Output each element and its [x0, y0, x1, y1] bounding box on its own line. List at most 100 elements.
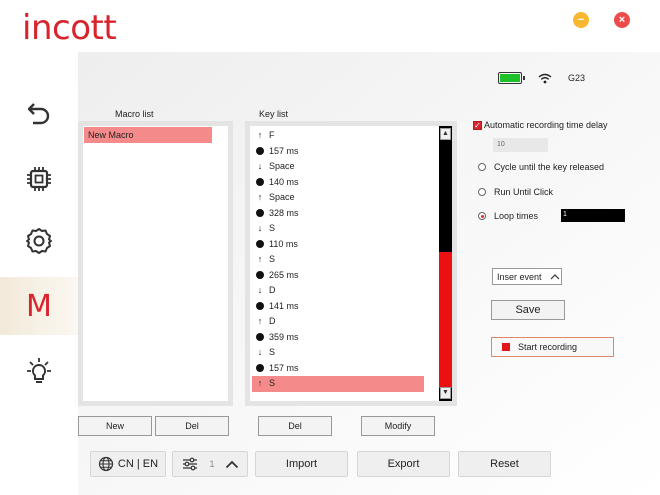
key-list-row[interactable]: 328 ms [252, 206, 424, 222]
key-row-text: Space [269, 161, 295, 171]
key-list-row[interactable]: ↑ S [252, 252, 424, 268]
key-list-row[interactable]: ↑ F [252, 128, 424, 144]
save-button[interactable]: Save [491, 300, 565, 320]
profile-number: 1 [209, 459, 215, 469]
key-down-arrow-icon: ↓ [257, 285, 263, 295]
cycle-radio[interactable] [478, 163, 486, 171]
globe-icon [98, 456, 114, 472]
key-row-text: S [269, 347, 276, 357]
key-row-text: Space [269, 192, 295, 202]
key-list-row[interactable]: ↑ D [252, 314, 424, 330]
minimize-button[interactable]: − [573, 12, 589, 28]
key-list-row[interactable]: ↓ S [252, 221, 424, 237]
key-list-row[interactable]: 157 ms [252, 144, 424, 160]
sidebar-item-performance[interactable] [0, 150, 78, 208]
start-recording-button[interactable]: Start recording [491, 337, 614, 357]
key-row-text: S [269, 254, 276, 264]
key-up-arrow-icon: ↑ [257, 192, 263, 202]
key-up-arrow-icon: ↑ [257, 378, 263, 388]
scroll-up-icon[interactable]: ▲ [440, 128, 451, 140]
key-list-scrollbar[interactable]: ▲ ▼ [439, 126, 452, 401]
device-status: G23 [498, 72, 585, 84]
key-row-text: 141 ms [269, 300, 299, 311]
loop-times-label: Loop times [494, 211, 539, 221]
auto-delay-label: Automatic recording time delay [484, 120, 608, 130]
key-list-row[interactable]: 140 ms [252, 175, 424, 191]
key-list-row[interactable]: 157 ms [252, 361, 424, 377]
key-row-text: 265 ms [269, 269, 299, 280]
macro-list-item[interactable]: New Macro [84, 127, 212, 143]
macro-editor-window: incott − × G23 M Macro list New Macro Ke… [0, 0, 660, 495]
delete-macro-button[interactable]: Del [155, 416, 229, 436]
cycle-label: Cycle until the key released [494, 162, 605, 172]
delay-input[interactable]: 10 [493, 138, 548, 152]
auto-delay-option[interactable]: ✓ Automatic recording time delay [473, 120, 608, 130]
delay-dot-icon [256, 178, 264, 187]
start-recording-label: Start recording [518, 342, 578, 352]
key-list-row[interactable]: ↑ S [252, 376, 424, 392]
modify-key-button[interactable]: Modify [361, 416, 435, 436]
key-list-row[interactable]: 265 ms [252, 268, 424, 284]
chip-icon [27, 167, 51, 191]
delay-dot-icon [256, 333, 264, 342]
sliders-icon [183, 457, 197, 471]
reset-button[interactable]: Reset [458, 451, 551, 477]
key-list-row[interactable]: 359 ms [252, 330, 424, 346]
key-row-text: 157 ms [269, 362, 299, 373]
minimize-icon: − [577, 14, 585, 26]
language-label: CN | EN [117, 458, 159, 470]
close-button[interactable]: × [614, 12, 630, 28]
delay-dot-icon [256, 209, 264, 218]
scroll-down-icon[interactable]: ▼ [440, 387, 451, 399]
export-button[interactable]: Export [357, 451, 450, 477]
profile-selector[interactable]: 1 [172, 451, 248, 477]
insert-event-dropdown[interactable]: Inser event [492, 268, 562, 285]
run-until-click-option[interactable]: Run Until Click [478, 187, 553, 197]
wifi-icon [538, 73, 552, 83]
key-list-row[interactable]: ↓ Space [252, 159, 424, 175]
delay-dot-icon [256, 302, 264, 311]
key-down-arrow-icon: ↓ [257, 223, 263, 233]
key-row-text: 328 ms [269, 207, 299, 218]
delay-dot-icon [256, 364, 264, 373]
chevron-up-icon [550, 273, 559, 279]
run-until-click-label: Run Until Click [494, 187, 554, 197]
new-macro-button[interactable]: New [78, 416, 152, 436]
back-arrow-icon [27, 103, 50, 125]
key-down-arrow-icon: ↓ [257, 347, 263, 357]
cycle-option[interactable]: Cycle until the key released [478, 162, 604, 172]
loop-times-option[interactable]: Loop times [478, 211, 538, 221]
run-until-click-radio[interactable] [478, 188, 486, 196]
close-icon: × [618, 14, 626, 26]
scroll-thumb[interactable] [439, 252, 452, 388]
key-list-inner: ▲ ▼ ↑ F 157 ms ↓ Space 140 ms ↑ Space 328 ms ↓ S 11… [250, 126, 452, 401]
key-row-text: S [269, 378, 276, 388]
key-list-box: ▲ ▼ ↑ F 157 ms ↓ Space 140 ms ↑ Space 328 ms ↓ S 11… [245, 121, 457, 406]
key-row-text: F [269, 130, 275, 140]
macro-m-label: M [26, 288, 52, 324]
record-icon [502, 343, 510, 351]
key-row-text: D [269, 316, 276, 326]
key-list-row[interactable]: ↓ D [252, 283, 424, 299]
key-list-row[interactable]: 141 ms [252, 299, 424, 315]
chevron-up-icon[interactable] [225, 460, 239, 469]
gear-icon [26, 228, 52, 254]
battery-level [500, 74, 520, 82]
key-row-text: D [269, 285, 276, 295]
device-name: G23 [568, 73, 586, 83]
sidebar-item-macro[interactable]: M [0, 277, 78, 335]
sidebar-item-lighting[interactable] [0, 342, 78, 400]
delete-key-button[interactable]: Del [258, 416, 332, 436]
key-up-arrow-icon: ↑ [257, 130, 263, 140]
sidebar-item-settings[interactable] [0, 212, 78, 270]
sidebar-item-back[interactable] [0, 84, 78, 142]
loop-times-radio[interactable] [478, 212, 486, 220]
key-list-row[interactable]: ↑ Space [252, 190, 424, 206]
auto-delay-checkbox[interactable]: ✓ [473, 120, 482, 130]
key-list-row[interactable]: ↓ S [252, 345, 424, 361]
loop-times-input[interactable]: 1 [561, 209, 625, 222]
language-toggle[interactable]: CN | EN [90, 451, 166, 477]
key-list-row[interactable]: 110 ms [252, 237, 424, 253]
import-button[interactable]: Import [255, 451, 348, 477]
delay-dot-icon [256, 147, 264, 156]
